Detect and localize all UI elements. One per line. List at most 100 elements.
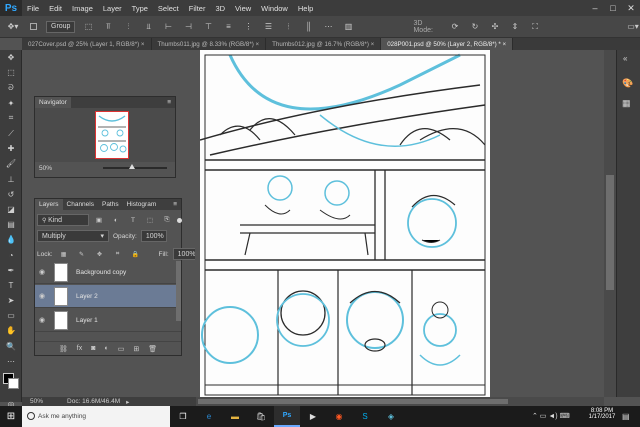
tab-histogram[interactable]: Histogram (123, 199, 161, 210)
fx-icon[interactable]: fx (77, 345, 82, 352)
hand-tool-icon[interactable]: ✋ (0, 323, 22, 338)
doc-tab-028p001[interactable]: 028P001.psd @ 50% (Layer 2, RGB/8*) * × (381, 38, 514, 50)
brush-tool-icon[interactable]: 🖌 (0, 156, 22, 171)
menu-image[interactable]: Image (67, 4, 98, 13)
layer-row-layer-2[interactable]: ◉ Layer 2 (35, 285, 181, 308)
distribute-icon[interactable]: ≡ (221, 20, 235, 34)
3d-slide-icon[interactable]: ⇕ (508, 20, 522, 34)
canvas-horizontal-scrollbar[interactable] (196, 397, 604, 406)
distribute-3-icon[interactable]: ☰ (261, 20, 275, 34)
align-vcenter-icon[interactable]: ⫶ (121, 20, 135, 34)
link-icon[interactable]: ⛓ (59, 345, 68, 353)
lock-artboard-icon[interactable]: ⌗ (111, 247, 125, 261)
menu-edit[interactable]: Edit (44, 4, 67, 13)
layers-panel-menu-icon[interactable]: ≡ (173, 201, 181, 208)
menu-filter[interactable]: Filter (184, 4, 211, 13)
more-tools-icon[interactable]: ⋯ (0, 354, 22, 369)
cortana-search-box[interactable]: Ask me anything (22, 406, 170, 427)
menu-window[interactable]: Window (256, 4, 293, 13)
distribute-4-icon[interactable]: ⦙ (281, 20, 295, 34)
doc-tab-thumbs011[interactable]: Thumbs011.jpg @ 8.33% (RGB/8*) × (152, 38, 267, 50)
edge-icon[interactable]: e (196, 406, 222, 427)
workspace-switcher-icon[interactable]: ▭▾ (626, 20, 640, 34)
navigator-tab[interactable]: Navigator (35, 97, 71, 108)
layers-scrollbar[interactable] (176, 261, 181, 321)
eraser-tool-icon[interactable]: ◪ (0, 202, 22, 217)
align-top-icon[interactable]: ⫪ (101, 20, 115, 34)
layer-row-background-copy[interactable]: ◉ Background copy (35, 261, 181, 284)
pen-tool-icon[interactable]: ✒ (0, 263, 22, 278)
transform-controls-icon[interactable]: ⬚ (81, 20, 95, 34)
crop-tool-icon[interactable]: ⌗ (0, 111, 22, 126)
move-tool-icon[interactable]: ✥ (0, 50, 22, 65)
align-left-icon[interactable]: ⊢ (161, 20, 175, 34)
distribute-2-icon[interactable]: ⋮ (241, 20, 255, 34)
doc-tab-027cover[interactable]: 027Cover.psd @ 25% (Layer 1, RGB/8*) × (22, 38, 152, 50)
panel-menu-icon[interactable]: ≡ (167, 99, 175, 106)
rectangle-tool-icon[interactable]: ▭ (0, 308, 22, 323)
new-layer-icon[interactable]: ⊞ (133, 345, 139, 353)
navigator-zoom-value[interactable]: 50% (39, 165, 52, 172)
blend-mode-dropdown[interactable]: Multiply ▾ (37, 230, 109, 242)
layer-row-layer-1[interactable]: ◉ Layer 1 (35, 309, 181, 332)
menu-file[interactable]: File (22, 4, 44, 13)
windows-start-icon[interactable]: ⊞ (0, 406, 22, 427)
navigator-slider-handle[interactable] (129, 164, 135, 169)
taskbar-clock[interactable]: 8:08 PM 1/17/2017 (586, 408, 618, 420)
eyedropper-tool-icon[interactable]: ⟋ (0, 126, 22, 141)
menu-type[interactable]: Type (127, 4, 153, 13)
menu-3d[interactable]: 3D (210, 4, 230, 13)
folder-icon[interactable]: ▭ (118, 345, 125, 353)
tab-paths[interactable]: Paths (98, 199, 123, 210)
clone-stamp-tool-icon[interactable]: ⊥ (0, 172, 22, 187)
menu-select[interactable]: Select (153, 4, 184, 13)
type-tool-icon[interactable]: T (0, 278, 22, 293)
task-view-icon[interactable]: ❐ (170, 406, 196, 427)
collapse-dock-icon[interactable]: « (623, 54, 627, 63)
media-player-icon[interactable]: ▶ (300, 406, 326, 427)
3d-scale-icon[interactable]: ⛶ (528, 20, 542, 34)
doc-tab-thumbs012[interactable]: Thumbs012.jpg @ 16.7% (RGB/8*) × (266, 38, 382, 50)
filter-toggle-icon[interactable] (177, 217, 182, 223)
history-brush-tool-icon[interactable]: ↺ (0, 187, 22, 202)
menu-layer[interactable]: Layer (98, 4, 127, 13)
visibility-eye-icon[interactable]: ◉ (35, 292, 49, 300)
navigator-zoom-slider[interactable] (103, 164, 167, 169)
status-zoom[interactable]: 50% (30, 398, 43, 405)
firefox-icon[interactable]: ◉ (326, 406, 352, 427)
align-bottom-icon[interactable]: ⫫ (141, 20, 155, 34)
color-panel-icon[interactable]: 🎨 (622, 78, 633, 89)
mask-icon[interactable]: ◙ (91, 345, 95, 352)
visibility-eye-icon[interactable]: ◉ (35, 268, 49, 276)
app-icon[interactable]: ◈ (378, 406, 404, 427)
file-explorer-icon[interactable]: ▬ (222, 406, 248, 427)
align-right-icon[interactable]: ⊤ (201, 20, 215, 34)
status-arrow-icon[interactable]: ▸ (126, 398, 129, 406)
lock-all-icon[interactable]: 🔒 (129, 247, 143, 261)
filter-adjustment-icon[interactable]: ◐ (109, 213, 123, 227)
visibility-eye-icon[interactable]: ◉ (35, 316, 49, 324)
3d-orbit-icon[interactable]: ⟳ (448, 20, 462, 34)
auto-select-checkbox[interactable] (26, 20, 40, 34)
comic-page-sketch[interactable] (199, 50, 490, 397)
filter-pixel-icon[interactable]: ▣ (92, 213, 106, 227)
magic-wand-tool-icon[interactable]: ✦ (0, 96, 22, 111)
swatches-panel-icon[interactable]: ▦ (622, 98, 631, 109)
distribute-5-icon[interactable]: ║ (301, 20, 315, 34)
blur-tool-icon[interactable]: 💧 (0, 232, 22, 247)
store-icon[interactable]: 🛍 (248, 406, 274, 427)
filter-shape-icon[interactable]: ⬚ (143, 213, 157, 227)
3d-pan-icon[interactable]: ✣ (488, 20, 502, 34)
menu-help[interactable]: Help (293, 4, 318, 13)
filter-smart-object-icon[interactable]: ⎘ (160, 213, 174, 227)
move-tool-icon[interactable]: ✥▾ (6, 20, 20, 34)
system-tray-icons[interactable]: ⌃ ▭ ◄) ⌨ (532, 412, 570, 420)
healing-brush-tool-icon[interactable]: ✚ (0, 141, 22, 156)
layer-filter-dropdown[interactable]: ⚲ Kind (37, 214, 89, 226)
path-selection-tool-icon[interactable]: ➤ (0, 293, 22, 308)
lasso-tool-icon[interactable]: ᘐ (0, 80, 22, 95)
horizontal-scrollbar-thumb[interactable] (198, 399, 508, 404)
dodge-tool-icon[interactable]: ◔ (0, 247, 22, 262)
lock-pixels-icon[interactable]: ✎ (75, 247, 89, 261)
opacity-input[interactable]: 100% (140, 230, 167, 242)
